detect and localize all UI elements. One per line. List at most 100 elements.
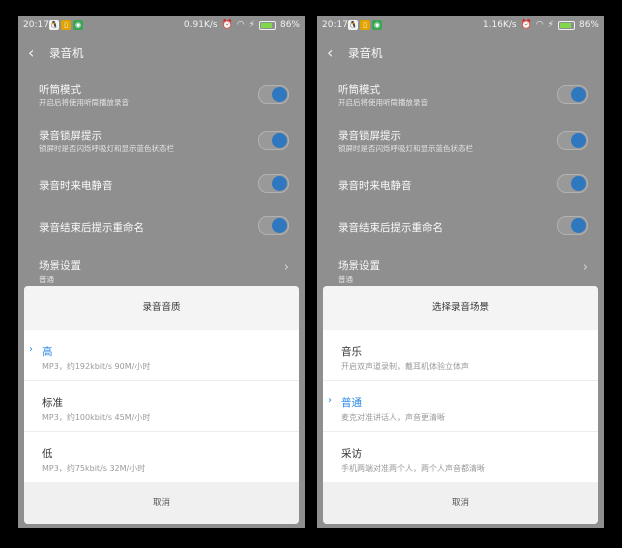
setting-earpiece-mode[interactable]: 听筒模式 开启后将使用听筒播放录音 [39,78,291,114]
toggle-knob [571,87,586,102]
alarm-icon: ⏰ [221,20,233,30]
option-label: 高 [42,346,53,358]
chevron-right-icon: › [582,260,588,275]
option-interview[interactable]: › 采访 手机两端对准两个人，两个人声音都清晰 [323,432,598,482]
setting-earpiece-mode[interactable]: 听筒模式 开启后将使用听筒播放录音 [338,78,590,114]
quality-dialog: 录音音质 › 高 MP3，约192kbit/s 90M/小时 › 标准 MP3，… [24,286,299,524]
option-desc: 麦克对准讲话人，声音更清晰 [341,413,445,422]
back-arrow-icon[interactable]: ‹ [327,43,333,62]
setting-label: 听筒模式 [338,84,380,96]
wifi-icon: ◠ [535,20,544,30]
mute-calls-toggle[interactable] [258,174,289,193]
setting-desc: 开启后将使用听筒播放录音 [39,98,129,107]
app-notify-icon: ◉ [372,20,382,30]
status-time: 20:17 [322,20,348,30]
setting-label: 听筒模式 [39,84,81,96]
qq-icon: 🐧 [49,20,59,30]
earpiece-mode-toggle[interactable] [557,85,588,104]
network-speed: 0.91K/s [183,20,218,30]
battery-percent: 86% [578,20,599,30]
setting-rename-prompt[interactable]: 录音结束后提示重命名 [39,216,291,244]
toggle-knob [272,176,287,191]
setting-desc: 普通 [338,275,353,284]
toggle-knob [272,218,287,233]
toggle-knob [571,218,586,233]
chevron-selected-icon: › [328,395,332,406]
setting-scene[interactable]: 场景设置 普通 › [39,256,291,286]
qq-icon: 🐧 [348,20,358,30]
status-time: 20:17 [23,20,49,30]
status-bar: 20:17 🐧 ▯ ◉ 1.16K/s ⏰ ◠ ⚡ 86% [317,16,604,36]
battery-icon [557,20,575,30]
setting-label: 录音结束后提示重命名 [338,222,443,234]
dialog-title: 选择录音场景 [323,286,598,330]
setting-label: 场景设置 [338,260,380,272]
dialog-options: › 音乐 开启双声道录制，戴耳机体验立体声 › 普通 麦克对准讲话人，声音更清晰… [323,330,598,482]
setting-label: 录音锁屏提示 [39,130,102,142]
option-desc: 手机两端对准两个人，两个人声音都清晰 [341,464,485,473]
option-high[interactable]: › 高 MP3，约192kbit/s 90M/小时 [24,330,299,381]
cancel-button[interactable]: 取消 [24,482,299,524]
setting-rename-prompt[interactable]: 录音结束后提示重命名 [338,216,590,244]
wifi-icon: ◠ [236,20,245,30]
earpiece-mode-toggle[interactable] [258,85,289,104]
setting-label: 场景设置 [39,260,81,272]
page-title: 录音机 [49,46,84,60]
setting-lockscreen-hint[interactable]: 录音锁屏提示 锁屏时是否闪烁呼吸灯和显示蓝色状态栏 [338,124,590,160]
cancel-button[interactable]: 取消 [323,482,598,524]
sim-icon: ▯ [61,20,71,30]
rename-prompt-toggle[interactable] [557,216,588,235]
notification-icons: 🐧 ▯ ◉ [348,20,382,30]
option-label: 低 [42,448,53,460]
status-right: 0.91K/s ⏰ ◠ ⚡ 86% [184,20,300,30]
page-title: 录音机 [348,46,383,60]
title-bar: ‹ 录音机 [18,38,305,68]
option-desc: 开启双声道录制，戴耳机体验立体声 [341,362,469,371]
back-arrow-icon[interactable]: ‹ [28,43,34,62]
lockscreen-hint-toggle[interactable] [557,131,588,150]
toggle-knob [272,133,287,148]
setting-label: 录音时来电静音 [338,180,412,192]
setting-desc: 锁屏时是否闪烁呼吸灯和显示蓝色状态栏 [39,144,174,153]
battery-icon [258,20,276,30]
option-normal[interactable]: › 普通 麦克对准讲话人，声音更清晰 [323,381,598,432]
option-music[interactable]: › 音乐 开启双声道录制，戴耳机体验立体声 [323,330,598,381]
dialog-options: › 高 MP3，约192kbit/s 90M/小时 › 标准 MP3，约100k… [24,330,299,482]
setting-desc: 锁屏时是否闪烁呼吸灯和显示蓝色状态栏 [338,144,473,153]
sim-icon: ▯ [360,20,370,30]
setting-mute-calls[interactable]: 录音时来电静音 [338,174,590,202]
setting-label: 录音锁屏提示 [338,130,401,142]
option-desc: MP3，约100kbit/s 45M/小时 [42,413,151,422]
option-label: 普通 [341,397,362,409]
option-desc: MP3，约75kbit/s 32M/小时 [42,464,146,473]
battery-percent: 86% [279,20,300,30]
notification-icons: 🐧 ▯ ◉ [49,20,83,30]
setting-lockscreen-hint[interactable]: 录音锁屏提示 锁屏时是否闪烁呼吸灯和显示蓝色状态栏 [39,124,291,160]
toggle-knob [571,176,586,191]
setting-desc: 普通 [39,275,54,284]
network-speed: 1.16K/s [482,20,517,30]
alarm-icon: ⏰ [520,20,532,30]
setting-label: 录音结束后提示重命名 [39,222,144,234]
charging-icon: ⚡ [248,20,255,30]
dialog-title: 录音音质 [24,286,299,330]
option-label: 标准 [42,397,63,409]
option-standard[interactable]: › 标准 MP3，约100kbit/s 45M/小时 [24,381,299,432]
phone-left: 20:17 🐧 ▯ ◉ 0.91K/s ⏰ ◠ ⚡ 86% ‹ 录音机 听筒模式… [18,16,305,528]
setting-label: 录音时来电静音 [39,180,113,192]
status-bar: 20:17 🐧 ▯ ◉ 0.91K/s ⏰ ◠ ⚡ 86% [18,16,305,36]
mute-calls-toggle[interactable] [557,174,588,193]
chevron-right-icon: › [283,260,289,275]
toggle-knob [272,87,287,102]
app-notify-icon: ◉ [73,20,83,30]
status-right: 1.16K/s ⏰ ◠ ⚡ 86% [483,20,599,30]
lockscreen-hint-toggle[interactable] [258,131,289,150]
scene-dialog: 选择录音场景 › 音乐 开启双声道录制，戴耳机体验立体声 › 普通 麦克对准讲话… [323,286,598,524]
option-label: 音乐 [341,346,362,358]
chevron-selected-icon: › [29,344,33,355]
setting-mute-calls[interactable]: 录音时来电静音 [39,174,291,202]
setting-scene[interactable]: 场景设置 普通 › [338,256,590,286]
option-low[interactable]: › 低 MP3，约75kbit/s 32M/小时 [24,432,299,482]
option-desc: MP3，约192kbit/s 90M/小时 [42,362,151,371]
rename-prompt-toggle[interactable] [258,216,289,235]
